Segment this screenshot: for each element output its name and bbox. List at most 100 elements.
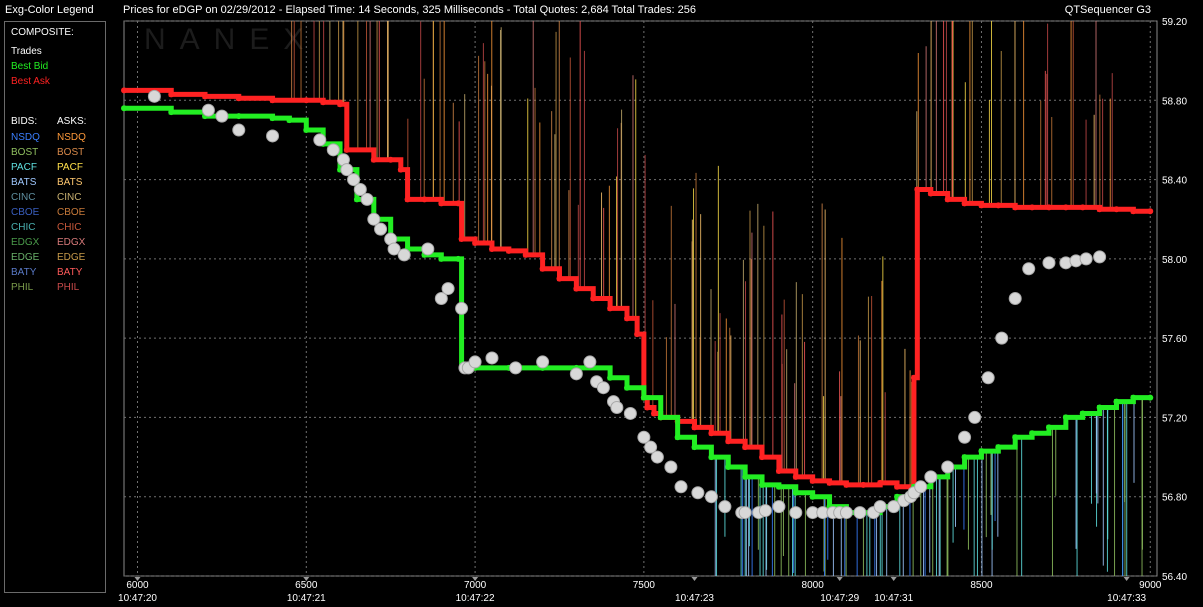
x-tick-label: 9000 [1139, 580, 1162, 591]
x-tick-label: 8500 [970, 580, 993, 591]
best-ask-line-point [573, 285, 580, 292]
best-bid-line-point [708, 454, 715, 461]
best-bid-line-point [792, 489, 799, 496]
best-bid-line-point [303, 127, 310, 134]
trade-point [374, 222, 388, 236]
trade-point [509, 361, 523, 375]
trade-point [313, 133, 327, 147]
best-ask-line-point [168, 91, 175, 98]
best-ask-line-point [1045, 204, 1052, 211]
time-marker [1123, 577, 1130, 581]
trade-point [623, 406, 637, 420]
y-tick-label: 57.60 [1162, 334, 1187, 345]
trade-point [738, 506, 752, 520]
best-bid-line-point [1096, 404, 1103, 411]
x-tick-label: 7000 [464, 580, 487, 591]
best-ask-line-point [826, 479, 833, 486]
trade-point [674, 480, 688, 494]
best-ask-line-point [370, 156, 377, 163]
best-bid-line-point [978, 448, 985, 455]
best-bid-line-point [1147, 394, 1154, 401]
best-ask-line-point [910, 374, 917, 381]
trade-point [664, 460, 678, 474]
best-ask-line-point [1113, 206, 1120, 213]
trade-point [968, 410, 982, 424]
trade-point [1008, 292, 1022, 305]
trade-point [147, 89, 161, 103]
best-bid-line-point [759, 481, 766, 488]
best-ask-line-point [1029, 204, 1036, 211]
trade-point [232, 123, 246, 137]
time-label: 10:47:31 [874, 593, 913, 604]
y-tick-label: 57.20 [1162, 413, 1187, 424]
best-ask-line-point [202, 93, 209, 100]
best-ask-line-point [1147, 208, 1154, 215]
x-tick-label: 6000 [126, 580, 149, 591]
best-bid-line-point [168, 109, 175, 116]
best-ask-line-point [1130, 208, 1137, 215]
time-marker [691, 577, 698, 581]
trade-point [873, 500, 887, 514]
trade-point [718, 500, 732, 514]
best-ask-line-point [809, 477, 816, 484]
best-bid-line-point [121, 105, 127, 112]
trade-point [1079, 252, 1093, 266]
y-tick-label: 58.40 [1162, 176, 1187, 187]
best-ask-line-point [121, 87, 127, 94]
trade-point [421, 242, 435, 256]
best-ask-line-point [421, 196, 428, 203]
best-ask-line-point [843, 481, 850, 488]
best-ask-line-point [944, 196, 951, 203]
best-bid-line-point [657, 414, 664, 421]
trade-point [360, 192, 374, 206]
trade-point [914, 480, 928, 494]
best-bid-line-point [623, 384, 630, 391]
y-tick-label: 56.80 [1162, 493, 1187, 504]
best-ask-line-point [455, 200, 462, 207]
trade-point [485, 351, 499, 365]
trade-point [772, 500, 786, 514]
best-ask-line-point [505, 247, 512, 254]
best-bid-line-point [438, 255, 445, 262]
best-ask-line-point [644, 404, 651, 411]
best-ask-line-point [651, 410, 658, 417]
trade-point [583, 355, 597, 369]
trade-point [455, 301, 469, 315]
best-ask-line-point [978, 202, 985, 209]
trade-point [266, 129, 280, 143]
trade-point [691, 486, 705, 500]
trade-point [981, 371, 995, 385]
best-ask-line-point [343, 146, 350, 153]
best-ask-line-point [303, 97, 310, 104]
best-ask-line-point [759, 454, 766, 461]
best-ask-line-point [927, 190, 934, 197]
best-ask-line-point [472, 240, 479, 246]
best-ask-line-point [607, 305, 614, 312]
best-ask-line-point [522, 251, 529, 258]
best-ask-line-point [269, 97, 276, 104]
best-bid-line-point [775, 483, 782, 490]
trade-point [995, 331, 1009, 345]
best-ask-line-point [1012, 204, 1019, 211]
y-tick-label: 58.00 [1162, 255, 1187, 266]
best-bid-line-point [961, 454, 968, 461]
best-bid-line-point [286, 117, 293, 124]
time-marker [836, 577, 843, 581]
best-ask-line-point [860, 481, 867, 488]
trade-point [958, 430, 972, 444]
best-ask-line-point [1062, 204, 1069, 211]
best-bid-line-point [725, 463, 732, 470]
time-label: 10:47:21 [287, 593, 326, 604]
best-ask-line-point [634, 331, 641, 338]
x-tick-label: 6500 [295, 580, 318, 591]
time-label: 10:47:20 [118, 593, 157, 604]
time-label: 10:47:29 [820, 593, 859, 604]
best-ask-line-point [894, 483, 901, 490]
best-ask-line-point [387, 156, 394, 163]
best-ask-line-point [775, 467, 782, 474]
trade-point [326, 143, 340, 157]
trade-point [397, 248, 411, 262]
best-ask-line-point [623, 315, 630, 322]
best-ask-line-point [691, 424, 698, 431]
best-bid-line-point [995, 444, 1002, 451]
